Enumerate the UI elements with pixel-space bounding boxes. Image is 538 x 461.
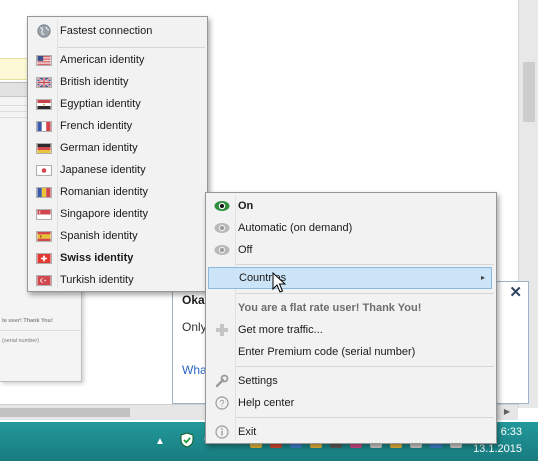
menu-item-label: Swiss identity xyxy=(60,252,134,264)
ro-flag-icon xyxy=(36,186,52,198)
menu-item-exit[interactable]: Exit xyxy=(208,421,494,443)
menu-item-label: Get more traffic... xyxy=(238,324,323,336)
de-flag-icon xyxy=(36,142,52,154)
mouse-cursor-icon xyxy=(272,272,286,293)
close-icon[interactable]: ✕ xyxy=(509,283,522,301)
menu-item-label: On xyxy=(238,200,254,212)
eg-flag-icon xyxy=(36,98,52,110)
menu-item-label: Japanese identity xyxy=(60,164,146,176)
menu-item-swiss-identity[interactable]: Swiss identity xyxy=(30,247,205,269)
background-panel-row: (serial number) xyxy=(2,338,39,344)
fr-flag-icon xyxy=(36,120,52,132)
menu-item-label: Egyptian identity xyxy=(60,98,141,110)
scroll-right-icon[interactable]: ▶ xyxy=(504,407,510,416)
menu-item-american-identity[interactable]: American identity xyxy=(30,49,205,71)
background-panel-row: te user! Thank You! xyxy=(2,318,53,324)
submenu-arrow-icon: ▸ xyxy=(480,273,485,282)
tr-flag-icon xyxy=(36,274,52,286)
menu-item-label: Help center xyxy=(238,397,295,409)
menu-item-turkish-identity[interactable]: Turkish identity xyxy=(30,269,205,291)
gb-flag-icon xyxy=(36,76,52,88)
menu-item-label: Fastest connection xyxy=(60,25,153,37)
menu-item-fastest-connection[interactable]: Fastest connection xyxy=(30,20,205,42)
scrollbar-thumb[interactable] xyxy=(523,62,535,122)
plus-icon xyxy=(216,324,228,336)
clock-date[interactable]: 13.1.2015 xyxy=(473,443,522,455)
menu-item-egyptian-identity[interactable]: Egyptian identity xyxy=(30,93,205,115)
us-flag-icon xyxy=(36,54,52,66)
menu-item-label: Romanian identity xyxy=(60,186,149,198)
help-icon: ? xyxy=(215,396,229,410)
menu-item-flat-rate: You are a flat rate user! Thank You! xyxy=(208,297,494,319)
notification-text: Only xyxy=(182,320,207,334)
notification-link[interactable]: Wha xyxy=(182,363,207,377)
ch-flag-icon xyxy=(36,252,52,264)
sg-flag-icon xyxy=(36,208,52,220)
scrollbar-thumb[interactable] xyxy=(0,408,130,417)
menu-item-label: French identity xyxy=(60,120,133,132)
eye-icon xyxy=(214,245,230,255)
jp-flag-icon xyxy=(36,164,52,176)
eye-icon xyxy=(214,223,230,233)
menu-item-label: Enter Premium code (serial number) xyxy=(238,346,416,358)
menu-item-german-identity[interactable]: German identity xyxy=(30,137,205,159)
menu-item-off[interactable]: Off xyxy=(208,239,494,261)
menu-item-singapore-identity[interactable]: Singapore identity xyxy=(30,203,205,225)
menu-item-british-identity[interactable]: British identity xyxy=(30,71,205,93)
menu-item-help-center[interactable]: ? Help center xyxy=(208,392,494,414)
menu-item-settings[interactable]: Settings xyxy=(208,370,494,392)
menu-item-label: Exit xyxy=(238,426,257,438)
es-flag-icon xyxy=(36,230,52,242)
menu-item-label: Turkish identity xyxy=(60,274,134,286)
shield-icon[interactable] xyxy=(180,432,194,448)
menu-item-label: Spanish identity xyxy=(60,230,138,242)
menu-item-enter-premium-code[interactable]: Enter Premium code (serial number) xyxy=(208,341,494,363)
svg-text:?: ? xyxy=(219,398,224,408)
globe-icon xyxy=(37,24,51,38)
info-bar xyxy=(0,58,30,80)
countries-submenu: Fastest connection American identity Bri… xyxy=(27,16,208,292)
menu-item-french-identity[interactable]: French identity xyxy=(30,115,205,137)
menu-item-label: Settings xyxy=(238,375,278,387)
menu-item-label: British identity xyxy=(60,76,129,88)
menu-item-romanian-identity[interactable]: Romanian identity xyxy=(30,181,205,203)
menu-item-get-more-traffic[interactable]: Get more traffic... xyxy=(208,319,494,341)
tray-context-menu: On Automatic (on demand) Off Countries ▸ xyxy=(205,192,497,444)
info-icon xyxy=(215,425,229,439)
wrench-icon xyxy=(215,374,229,388)
clock-time[interactable]: 6:33 xyxy=(501,426,522,438)
menu-item-label: Singapore identity xyxy=(60,208,149,220)
menu-item-label: German identity xyxy=(60,142,138,154)
menu-item-on[interactable]: On xyxy=(208,195,494,217)
menu-item-automatic[interactable]: Automatic (on demand) xyxy=(208,217,494,239)
menu-item-japanese-identity[interactable]: Japanese identity xyxy=(30,159,205,181)
menu-item-countries[interactable]: Countries ▸ xyxy=(208,267,492,289)
eye-icon xyxy=(214,201,230,211)
menu-item-label: Off xyxy=(238,244,253,256)
menu-item-label: You are a flat rate user! Thank You! xyxy=(238,302,422,314)
menu-item-spanish-identity[interactable]: Spanish identity xyxy=(30,225,205,247)
menu-item-label: Automatic (on demand) xyxy=(238,222,353,234)
show-hidden-icons-icon[interactable]: ▲ xyxy=(155,436,165,447)
menu-item-label: American identity xyxy=(60,54,145,66)
